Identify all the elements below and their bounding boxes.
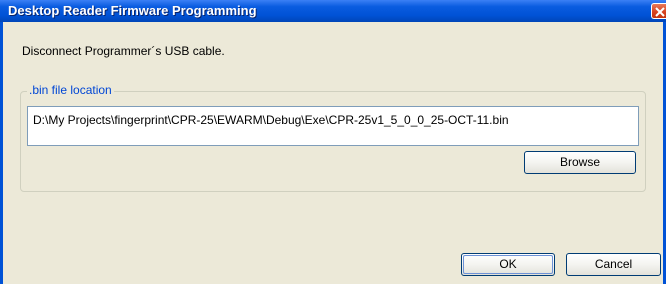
title-bar[interactable]: Desktop Reader Firmware Programming — [0, 0, 666, 22]
close-button[interactable] — [651, 3, 666, 19]
bin-path-value: D:\My Projects\fingerprint\CPR-25\EWARM\… — [33, 113, 509, 127]
ok-button[interactable]: OK — [461, 253, 555, 276]
bin-path-field[interactable]: D:\My Projects\fingerprint\CPR-25\EWARM\… — [27, 106, 639, 146]
window-frame-left — [0, 22, 3, 284]
window-title: Desktop Reader Firmware Programming — [8, 3, 257, 18]
cancel-button[interactable]: Cancel — [566, 253, 661, 276]
bin-location-legend: .bin file location — [27, 83, 114, 97]
instruction-message: Disconnect Programmer´s USB cable. — [22, 44, 225, 58]
browse-button[interactable]: Browse — [524, 151, 636, 174]
close-icon — [655, 7, 665, 17]
